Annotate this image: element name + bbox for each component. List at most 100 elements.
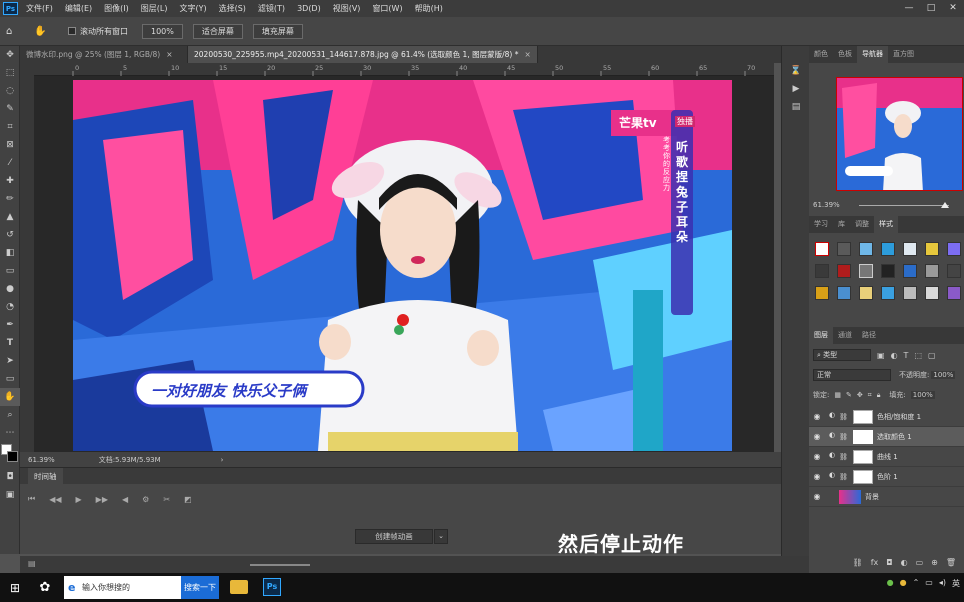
document-tab[interactable]: 微博水印.png @ 25% (图层 1, RGB/8) × (20, 46, 188, 63)
menu-3d[interactable]: 3D(D) (297, 4, 321, 13)
eye-icon[interactable]: ◉ (809, 412, 825, 421)
eye-icon[interactable]: ◉ (809, 472, 825, 481)
frame-tool-icon[interactable]: ⊠ (0, 136, 20, 154)
move-tool-icon[interactable]: ✥ (0, 46, 20, 64)
file-explorer-icon[interactable] (230, 580, 248, 594)
quick-mask-icon[interactable]: ◘ (0, 468, 20, 486)
fill-field[interactable]: 100% (910, 391, 935, 399)
stamp-tool-icon[interactable]: ▲ (0, 208, 20, 226)
blur-tool-icon[interactable]: ● (0, 280, 20, 298)
layer-name[interactable]: 选取颜色 1 (877, 432, 912, 442)
lock-artboard-icon[interactable]: ⌗ (868, 391, 872, 400)
layer-mask-thumbnail[interactable] (853, 409, 873, 424)
style-swatch[interactable] (859, 264, 873, 278)
checkbox-box[interactable] (68, 27, 76, 35)
tab-swatches[interactable]: 色板 (833, 46, 857, 63)
lock-position-icon[interactable]: ✥ (857, 391, 863, 399)
style-swatch[interactable] (881, 264, 895, 278)
style-swatch[interactable] (837, 264, 851, 278)
eye-icon[interactable]: ◉ (809, 492, 825, 501)
eye-icon[interactable]: ◉ (809, 452, 825, 461)
background-color-swatch[interactable] (7, 451, 18, 462)
menu-file[interactable]: 文件(F) (26, 3, 53, 14)
history-brush-tool-icon[interactable]: ↺ (0, 226, 20, 244)
brush-tool-icon[interactable]: ✏ (0, 190, 20, 208)
close-button[interactable]: ✕ (943, 0, 963, 17)
app-switcher-icon[interactable]: ✿ (30, 580, 60, 595)
actions-panel-icon[interactable]: ▶ (782, 80, 810, 98)
style-swatch[interactable] (903, 264, 917, 278)
layer-mask-thumbnail[interactable] (853, 449, 873, 464)
menu-image[interactable]: 图像(I) (104, 3, 129, 14)
new-group-icon[interactable]: ▭ (916, 558, 924, 567)
style-swatch[interactable] (815, 264, 829, 278)
windows-start-icon[interactable]: ⊞ (0, 581, 30, 595)
style-swatch[interactable] (859, 242, 873, 256)
minimize-button[interactable]: — (899, 0, 919, 17)
lasso-tool-icon[interactable]: ◌ (0, 82, 20, 100)
more-tools-icon[interactable]: ⋯ (0, 424, 20, 442)
new-layer-icon[interactable]: ⊕ (931, 558, 938, 567)
photoshop-taskbar-icon[interactable]: Ps (263, 578, 281, 596)
menu-type[interactable]: 文字(Y) (179, 3, 206, 14)
link-layers-icon[interactable]: ⛓︎ (853, 558, 863, 567)
timeline-footer-icon[interactable]: ▤ (28, 559, 36, 568)
fx-icon[interactable]: fx (871, 558, 879, 567)
filter-adjust-icon[interactable]: ◐ (891, 351, 898, 360)
input-method-icon[interactable]: 英 (952, 578, 960, 589)
network-icon[interactable]: ▭ (925, 578, 933, 589)
zoom-100-button[interactable]: 100% (142, 23, 183, 39)
eye-icon[interactable]: ◉ (809, 432, 825, 441)
opacity-field[interactable]: 100% (931, 371, 956, 379)
tab-channels[interactable]: 通道 (833, 327, 857, 344)
rectangle-tool-icon[interactable]: ▭ (0, 370, 20, 388)
tab-learn[interactable]: 学习 (809, 216, 833, 233)
layer-mask-thumbnail[interactable] (853, 469, 873, 484)
menu-view[interactable]: 视图(V) (333, 3, 361, 14)
menu-window[interactable]: 窗口(W) (372, 3, 402, 14)
style-swatch[interactable] (947, 286, 961, 300)
gradient-tool-icon[interactable]: ▭ (0, 262, 20, 280)
menu-layer[interactable]: 图层(L) (141, 3, 168, 14)
tab-libraries[interactable]: 库 (833, 216, 850, 233)
menu-filter[interactable]: 滤镜(T) (258, 3, 285, 14)
style-swatch[interactable] (925, 286, 939, 300)
prev-frame-icon[interactable]: ◀◀ (49, 495, 61, 504)
pen-tool-icon[interactable]: ✒ (0, 316, 20, 334)
audio-icon[interactable]: ◀ (122, 495, 128, 504)
style-swatch[interactable] (859, 286, 873, 300)
lock-transparent-icon[interactable]: ▦ (834, 391, 841, 399)
history-panel-icon[interactable]: ⌛ (782, 62, 810, 80)
chevron-down-icon[interactable]: ⌄ (434, 529, 448, 544)
volume-icon[interactable]: ◂) (939, 578, 946, 589)
transition-icon[interactable]: ◩ (184, 495, 192, 504)
chevron-up-icon[interactable]: ⌃ (913, 578, 920, 589)
blend-mode-select[interactable]: 正常 (813, 369, 891, 381)
style-swatch[interactable] (881, 286, 895, 300)
document-tab-active[interactable]: 20200530_225955.mp4_20200531_144617.878.… (188, 46, 538, 63)
eyedropper-tool-icon[interactable]: ⁄ (0, 154, 20, 172)
style-swatch[interactable] (947, 264, 961, 278)
path-select-tool-icon[interactable]: ➤ (0, 352, 20, 370)
close-tab-icon[interactable]: × (166, 50, 172, 59)
layer-thumbnail[interactable] (839, 489, 861, 504)
style-swatch[interactable] (903, 286, 917, 300)
tab-paths[interactable]: 路径 (857, 327, 881, 344)
layer-mask-thumbnail[interactable] (853, 429, 873, 444)
menu-help[interactable]: 帮助(H) (415, 3, 443, 14)
filter-pixel-icon[interactable]: ▣ (877, 351, 885, 360)
new-adjustment-icon[interactable]: ◐ (901, 558, 908, 567)
delete-layer-icon[interactable]: 🗑︎ (946, 558, 956, 567)
tab-navigator[interactable]: 导航器 (857, 46, 888, 63)
filter-smart-icon[interactable]: ▢ (928, 351, 936, 360)
layer-name[interactable]: 色阶 1 (877, 472, 898, 482)
navigator-zoom-value[interactable]: 61.39% (813, 201, 840, 209)
zoom-slider-handle[interactable] (941, 202, 949, 208)
layer-row[interactable]: ◉ ◐ ⛓︎ 曲线 1 (809, 447, 964, 467)
navigator-thumbnail[interactable] (836, 77, 963, 191)
taskbar-search-input[interactable]: e 输入你想搜的 (64, 576, 181, 599)
quick-select-tool-icon[interactable]: ✎ (0, 100, 20, 118)
split-icon[interactable]: ✂ (163, 495, 170, 504)
layer-name[interactable]: 色相/饱和度 1 (877, 412, 921, 422)
style-swatch[interactable] (947, 242, 961, 256)
